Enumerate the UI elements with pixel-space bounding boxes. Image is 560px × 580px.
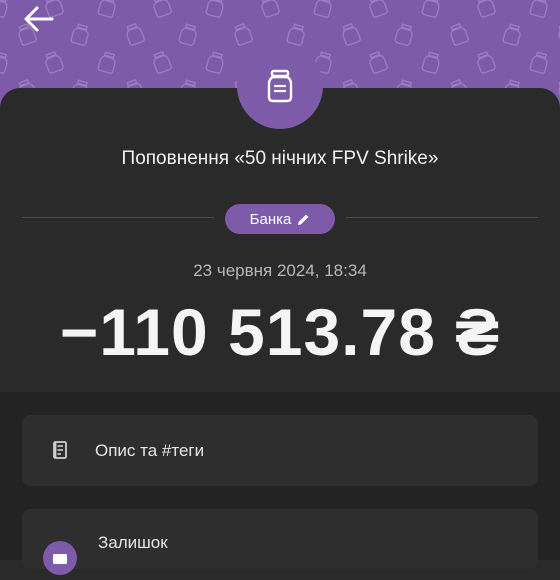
category-chip[interactable]: Банка	[225, 204, 335, 234]
transaction-amount: −110 513.78 ₴	[59, 295, 501, 369]
pattern-jar-icon	[178, 23, 197, 46]
pattern-jar-icon	[0, 51, 8, 74]
description-tags-label: Опис та #теги	[95, 441, 205, 460]
pattern-jar-icon	[477, 0, 496, 18]
pattern-jar-icon	[313, 0, 332, 18]
pattern-jar-icon	[234, 22, 253, 46]
divider-left	[22, 217, 214, 218]
pattern-jar-icon	[0, 0, 8, 18]
pattern-jar-icon	[97, 51, 116, 74]
pattern-jar-icon	[529, 0, 548, 18]
pattern-jar-icon	[286, 23, 305, 46]
pattern-jar-icon	[450, 22, 469, 46]
transaction-datetime: 23 червня 2024, 18:34	[193, 261, 367, 280]
transaction-title: Поповнення «50 нічних FPV Shrike»	[121, 148, 439, 169]
pattern-jar-icon	[558, 22, 560, 46]
pattern-jar-icon	[97, 0, 116, 18]
pattern-jar-icon	[205, 0, 224, 18]
pattern-jar-icon	[369, 0, 388, 18]
balance-label: Залишок	[98, 533, 168, 552]
pattern-jar-icon	[126, 22, 145, 46]
pattern-jar-icon	[70, 23, 89, 46]
note-icon	[53, 441, 67, 459]
transaction-avatar	[237, 43, 323, 129]
pencil-icon	[298, 214, 309, 225]
pattern-jar-icon	[529, 51, 548, 74]
pattern-jar-icon	[153, 0, 172, 18]
pattern-jar-icon	[502, 23, 521, 46]
jar-icon	[267, 69, 293, 103]
pattern-jar-icon	[394, 23, 413, 46]
arrow-left-icon	[24, 6, 54, 32]
pattern-jar-icon	[45, 50, 64, 74]
back-button[interactable]	[22, 4, 56, 34]
description-tags-row[interactable]: Опис та #теги	[22, 415, 538, 486]
pattern-jar-icon	[477, 50, 496, 74]
pattern-jar-icon	[421, 51, 440, 74]
divider-right	[346, 217, 538, 218]
pattern-jar-icon	[261, 0, 280, 18]
pattern-jar-icon	[369, 50, 388, 74]
pattern-jar-icon	[153, 50, 172, 74]
pattern-jar-icon	[205, 51, 224, 74]
pattern-jar-icon	[421, 0, 440, 18]
pattern-jar-icon	[342, 22, 361, 46]
category-label: Банка	[249, 210, 292, 228]
wallet-icon	[43, 541, 77, 575]
balance-row[interactable]: Залишок	[22, 509, 538, 575]
